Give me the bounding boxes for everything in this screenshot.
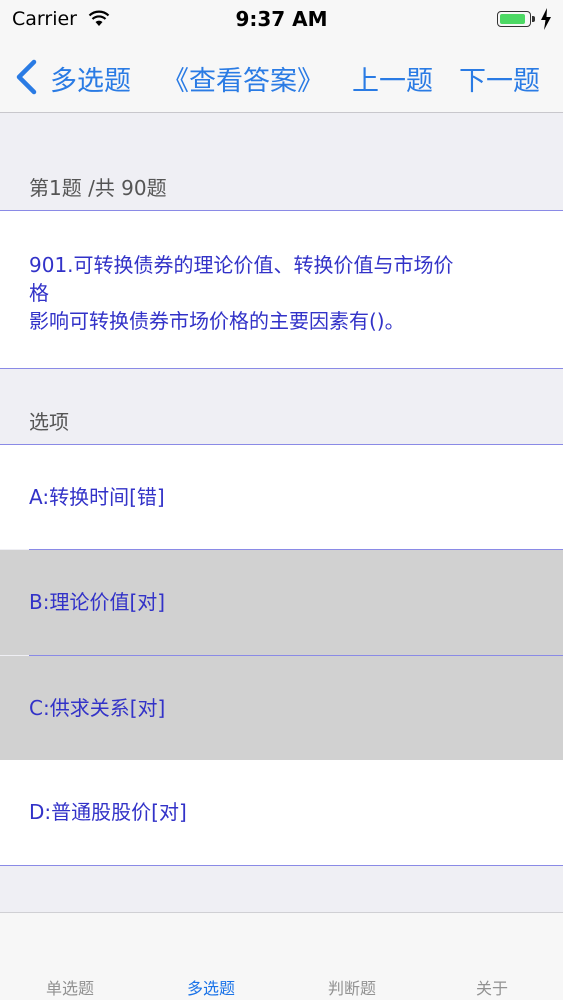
- option-label: A:转换时间[错]: [29, 485, 165, 509]
- question-cell: 901.可转换债券的理论价值、转换价值与市场价 格 影响可转换债券市场价格的主要…: [0, 211, 563, 368]
- clock: 9:37 AM: [235, 7, 328, 31]
- status-bar: Carrier 9:37 AM: [0, 0, 563, 40]
- option-b-row[interactable]: B:理论价值[对]: [0, 550, 563, 655]
- tab-bar: 单选题 多选题 判断题 关于: [0, 912, 563, 1000]
- navigation-bar: 多选题 《查看答案》 上一题 下一题: [0, 40, 563, 113]
- option-label: C:供求关系[对]: [29, 696, 166, 720]
- back-button[interactable]: 多选题: [50, 59, 131, 98]
- option-c-row[interactable]: C:供求关系[对]: [0, 656, 563, 760]
- tab-true-false[interactable]: 判断题: [282, 975, 422, 999]
- tab-about[interactable]: 关于: [422, 975, 562, 999]
- question-text-line: 影响可转换债券市场价格的主要因素有()。: [29, 309, 405, 333]
- next-question-button[interactable]: 下一题: [459, 59, 540, 98]
- divider: [0, 865, 563, 866]
- battery-icon: [497, 11, 535, 27]
- back-chevron-icon[interactable]: [12, 59, 40, 95]
- question-text-line: 格: [29, 281, 49, 305]
- question-counter: 第1题 /共 90题: [29, 176, 167, 200]
- divider: [0, 368, 563, 369]
- prev-question-button[interactable]: 上一题: [352, 59, 433, 98]
- view-answer-button[interactable]: 《查看答案》: [162, 59, 324, 98]
- charging-icon: [541, 8, 551, 30]
- option-a-row[interactable]: A:转换时间[错]: [0, 445, 563, 549]
- tab-multiple-choice[interactable]: 多选题: [141, 975, 281, 999]
- options-header: 选项: [29, 410, 69, 434]
- option-label: B:理论价值[对]: [29, 590, 166, 614]
- tab-single-choice[interactable]: 单选题: [0, 975, 140, 999]
- option-d-row[interactable]: D:普通股股价[对]: [0, 760, 563, 865]
- question-text-line: 901.可转换债券的理论价值、转换价值与市场价: [29, 253, 454, 277]
- option-label: D:普通股股价[对]: [29, 800, 187, 824]
